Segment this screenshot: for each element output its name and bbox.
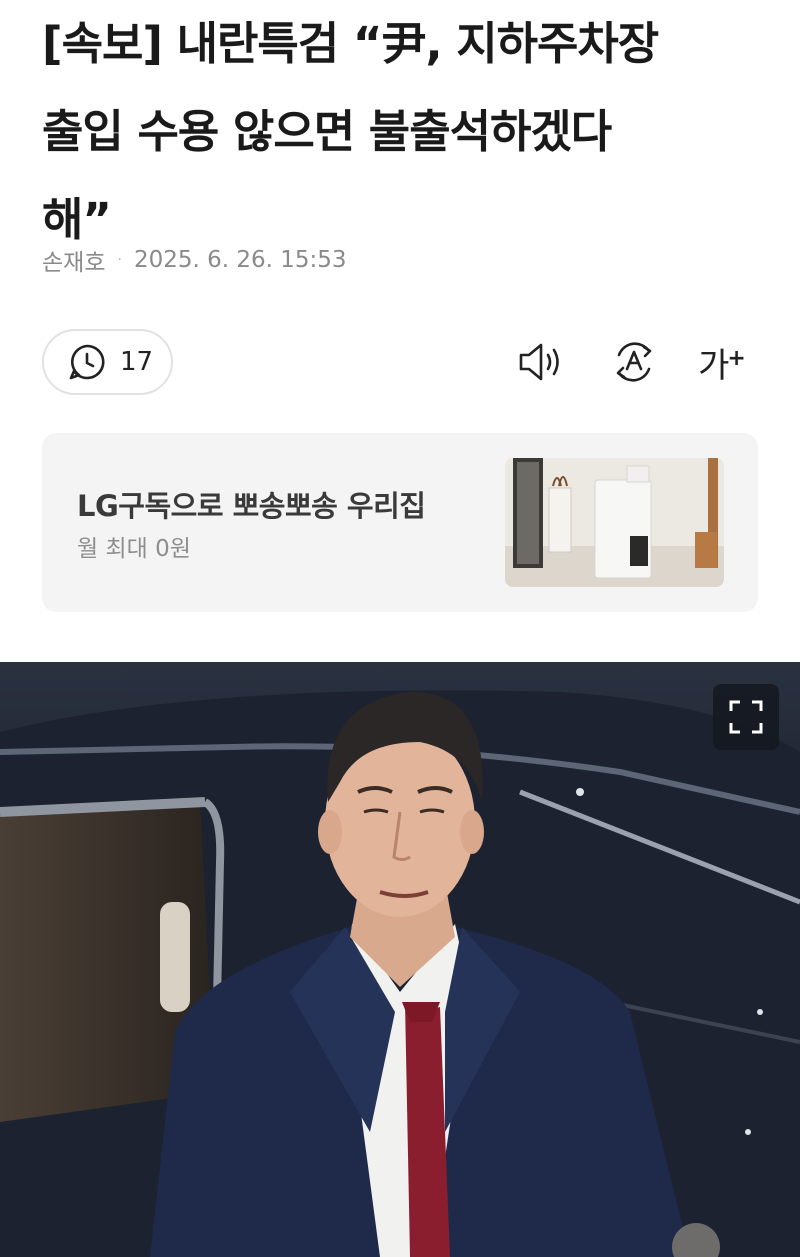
font-size-button[interactable]: 가+ — [698, 337, 748, 387]
font-size-label: 가 — [698, 345, 730, 386]
comment-count: 17 — [120, 347, 154, 377]
comment-button[interactable]: 17 — [42, 329, 173, 395]
expand-photo-button[interactable] — [713, 684, 779, 750]
article-headline: [속보] 내란특검 “尹, 지하주차장 출입 수용 않으면 불출석하겠다 해” — [42, 0, 762, 264]
article-byline: 손재호 · 2025. 6. 26. 15:53 — [42, 240, 347, 280]
translate-icon — [616, 342, 652, 382]
article-photo[interactable] — [0, 662, 800, 1257]
expand-icon — [729, 700, 763, 734]
text-to-speech-button[interactable] — [516, 337, 566, 387]
article-toolbar: 17 가+ — [42, 329, 758, 395]
published-timestamp: 2025. 6. 26. 15:53 — [133, 247, 347, 273]
speaker-icon — [519, 343, 559, 381]
headline-line-2: 출입 수용 않으면 불출석하겠다 — [42, 105, 612, 158]
headline-line-1: [속보] 내란특검 “尹, 지하주차장 — [42, 17, 659, 70]
ad-banner[interactable]: LG구독으로 뽀송뽀송 우리집 월 최대 0원 — [42, 433, 758, 612]
ad-title: LG구독으로 뽀송뽀송 우리집 — [77, 489, 426, 523]
ad-subtitle: 월 최대 0원 — [77, 536, 191, 562]
font-size-plus: + — [727, 345, 746, 371]
font-size-icon: 가+ — [698, 338, 748, 387]
byline-separator: · — [117, 252, 122, 268]
author-name[interactable]: 손재호 — [42, 243, 105, 277]
translate-button[interactable] — [609, 337, 659, 387]
comment-icon — [69, 344, 105, 380]
ad-product-image — [505, 458, 724, 587]
